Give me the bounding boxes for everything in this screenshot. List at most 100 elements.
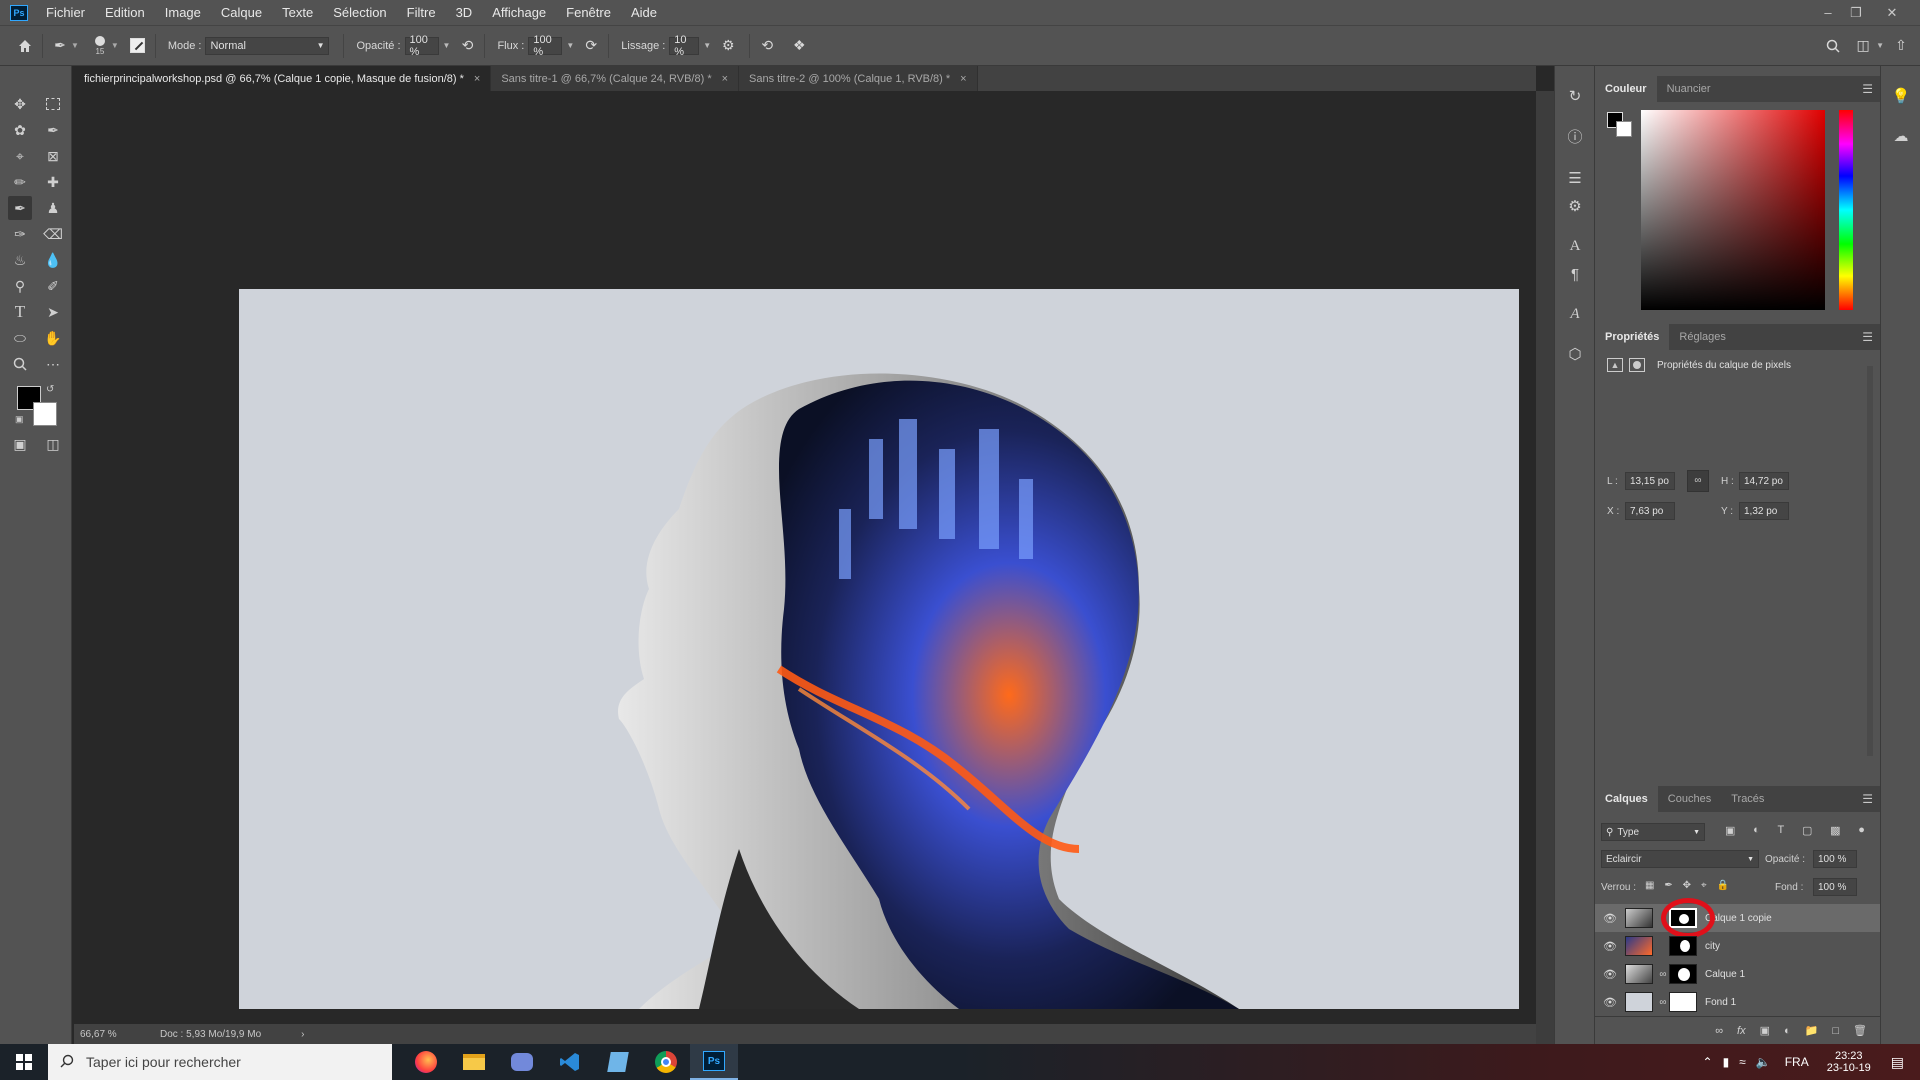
panel-menu-icon[interactable]: ☰ bbox=[1862, 330, 1873, 344]
blur-tool-icon[interactable]: 💧 bbox=[41, 248, 65, 272]
color-field[interactable] bbox=[1641, 110, 1825, 310]
filter-toggle-icon[interactable]: ● bbox=[1858, 824, 1865, 837]
filter-adjustment-icon[interactable]: ◐ bbox=[1753, 824, 1760, 837]
restore-icon[interactable]: ❐ bbox=[1842, 0, 1870, 25]
clone-stamp-tool-icon[interactable]: ♟ bbox=[41, 196, 65, 220]
menu-calque[interactable]: Calque bbox=[211, 0, 272, 25]
chevron-right-icon[interactable]: › bbox=[301, 1029, 304, 1040]
x-input[interactable]: 7,63 po bbox=[1625, 502, 1675, 520]
flow-input[interactable]: 100 % bbox=[528, 34, 563, 58]
width-input[interactable]: 13,15 po bbox=[1625, 472, 1675, 490]
eyedropper-tool-icon[interactable]: ✏ bbox=[8, 170, 32, 194]
tab-calques[interactable]: Calques bbox=[1595, 786, 1658, 812]
visibility-eye-icon[interactable]: 👁 bbox=[1595, 968, 1625, 981]
marquee-tool-icon[interactable] bbox=[41, 92, 65, 116]
fill-input[interactable]: 100 % bbox=[1813, 878, 1857, 896]
eraser-tool-icon[interactable]: ⌫ bbox=[41, 222, 65, 246]
battery-icon[interactable]: ▮ bbox=[1723, 1055, 1730, 1069]
y-input[interactable]: 1,32 po bbox=[1739, 502, 1789, 520]
visibility-eye-icon[interactable]: 👁 bbox=[1595, 912, 1625, 925]
swap-colors-icon[interactable]: ↺ bbox=[46, 384, 54, 395]
lock-artboard-icon[interactable]: ⌖ bbox=[1701, 880, 1707, 891]
vscode-icon[interactable] bbox=[546, 1044, 594, 1080]
brush-preset-picker[interactable]: 15 bbox=[94, 35, 105, 56]
height-input[interactable]: 14,72 po bbox=[1739, 472, 1789, 490]
path-selection-tool-icon[interactable]: ➤ bbox=[41, 300, 65, 324]
dropdown-icon[interactable]: ▼ bbox=[111, 41, 119, 50]
language-indicator[interactable]: FRA bbox=[1785, 1055, 1809, 1069]
tab-couches[interactable]: Couches bbox=[1658, 786, 1721, 812]
fx-icon[interactable]: fx bbox=[1737, 1025, 1746, 1037]
notifications-icon[interactable]: ▤ bbox=[1891, 1054, 1904, 1071]
layer-name[interactable]: Calque 1 copie bbox=[1705, 913, 1772, 924]
brush-settings-icon[interactable] bbox=[127, 35, 149, 57]
notes-app-icon[interactable] bbox=[594, 1044, 642, 1080]
pen-tool-icon[interactable]: ✐ bbox=[41, 274, 65, 298]
new-adjustment-icon[interactable]: ◐ bbox=[1784, 1025, 1791, 1037]
chevron-down-icon[interactable]: ▼ bbox=[443, 41, 451, 50]
chevron-up-icon[interactable]: ⌃ bbox=[1703, 1055, 1713, 1069]
crop-tool-icon[interactable]: ⌖ bbox=[8, 144, 32, 168]
smoothing-input[interactable]: 10 % bbox=[669, 34, 700, 58]
layer-name[interactable]: city bbox=[1705, 941, 1720, 952]
filter-pixel-icon[interactable]: ▣ bbox=[1725, 824, 1735, 837]
minimize-icon[interactable]: – bbox=[1814, 0, 1842, 25]
quick-selection-tool-icon[interactable]: ✒ bbox=[41, 118, 65, 142]
close-tab-icon[interactable]: × bbox=[474, 73, 480, 85]
tab-traces[interactable]: Tracés bbox=[1721, 786, 1774, 812]
lock-all-icon[interactable]: 🔒 bbox=[1717, 880, 1729, 891]
discord-icon[interactable] bbox=[498, 1044, 546, 1080]
zoom-level[interactable]: 66,67 % bbox=[80, 1029, 150, 1040]
layer-name[interactable]: Calque 1 bbox=[1705, 969, 1745, 980]
hand-tool-icon[interactable]: ✋ bbox=[41, 326, 65, 350]
visibility-eye-icon[interactable]: 👁 bbox=[1595, 996, 1625, 1009]
tab-sans-titre-1[interactable]: Sans titre-1 @ 66,7% (Calque 24, RVB/8) … bbox=[491, 66, 740, 91]
hue-slider[interactable] bbox=[1839, 110, 1853, 310]
menu-fenetre[interactable]: Fenêtre bbox=[556, 0, 621, 25]
canvas-area[interactable] bbox=[74, 91, 1536, 1024]
shape-tool-icon[interactable]: ⬭ bbox=[8, 326, 32, 350]
delete-layer-icon[interactable]: 🗑 bbox=[1853, 1024, 1867, 1037]
lasso-tool-icon[interactable]: ✿ bbox=[8, 118, 32, 142]
layer-row[interactable]: 👁 Calque 1 copie bbox=[1595, 904, 1881, 932]
menu-selection[interactable]: Sélection bbox=[323, 0, 396, 25]
pressure-size-icon[interactable]: ⟲ bbox=[756, 35, 778, 57]
quick-mask-icon[interactable]: ▣ bbox=[8, 432, 32, 456]
lock-pixels-icon[interactable]: ✒ bbox=[1664, 880, 1672, 891]
menu-fichier[interactable]: Fichier bbox=[36, 0, 95, 25]
link-icon[interactable]: ∞ bbox=[1687, 470, 1709, 492]
menu-aide[interactable]: Aide bbox=[621, 0, 667, 25]
panel-menu-icon[interactable]: ☰ bbox=[1862, 82, 1873, 96]
layer-mask-thumbnail[interactable] bbox=[1669, 992, 1697, 1012]
layer-name[interactable]: Fond 1 bbox=[1705, 997, 1736, 1008]
close-tab-icon[interactable]: × bbox=[960, 73, 966, 85]
menu-3d[interactable]: 3D bbox=[446, 0, 483, 25]
mask-icon[interactable] bbox=[1629, 358, 1645, 372]
layer-row[interactable]: 👁 city bbox=[1595, 932, 1881, 960]
tab-fichierprincipalworkshop[interactable]: fichierprincipalworkshop.psd @ 66,7% (Ca… bbox=[74, 66, 492, 91]
more-tools-icon[interactable]: ⋯ bbox=[41, 352, 65, 376]
chevron-down-icon[interactable]: ▼ bbox=[1876, 41, 1884, 50]
filter-type-icon[interactable]: T bbox=[1778, 824, 1785, 837]
pressure-opacity-icon[interactable]: ⟲ bbox=[456, 35, 478, 57]
share-icon[interactable]: ⇧ bbox=[1890, 35, 1912, 57]
firefox-icon[interactable] bbox=[402, 1044, 450, 1080]
taskbar-search-box[interactable]: Taper ici pour rechercher bbox=[48, 1044, 392, 1080]
close-icon[interactable]: ✕ bbox=[1878, 0, 1906, 25]
brush-tool-icon[interactable]: ✒ bbox=[8, 196, 32, 220]
menu-filtre[interactable]: Filtre bbox=[397, 0, 446, 25]
dropdown-icon[interactable]: ▼ bbox=[71, 41, 79, 50]
tab-sans-titre-2[interactable]: Sans titre-2 @ 100% (Calque 1, RVB/8) * × bbox=[739, 66, 978, 91]
layer-mask-thumbnail[interactable] bbox=[1669, 964, 1697, 984]
move-tool-icon[interactable]: ✥ bbox=[8, 92, 32, 116]
layer-row[interactable]: 👁 ∞ Fond 1 bbox=[1595, 988, 1881, 1016]
blend-mode-select[interactable]: Eclaircir ▼ bbox=[1601, 850, 1759, 868]
opacity-input[interactable]: 100 % bbox=[404, 34, 439, 58]
screen-mode-icon[interactable]: ◫ bbox=[41, 432, 65, 456]
close-tab-icon[interactable]: × bbox=[722, 73, 728, 85]
adjustments-icon[interactable]: ⚙ bbox=[1563, 194, 1587, 218]
libraries-icon[interactable]: ☁ bbox=[1889, 124, 1913, 148]
volume-icon[interactable]: 🔈 bbox=[1756, 1055, 1771, 1069]
menu-affichage[interactable]: Affichage bbox=[482, 0, 556, 25]
type-tool-icon[interactable]: T bbox=[8, 300, 32, 324]
